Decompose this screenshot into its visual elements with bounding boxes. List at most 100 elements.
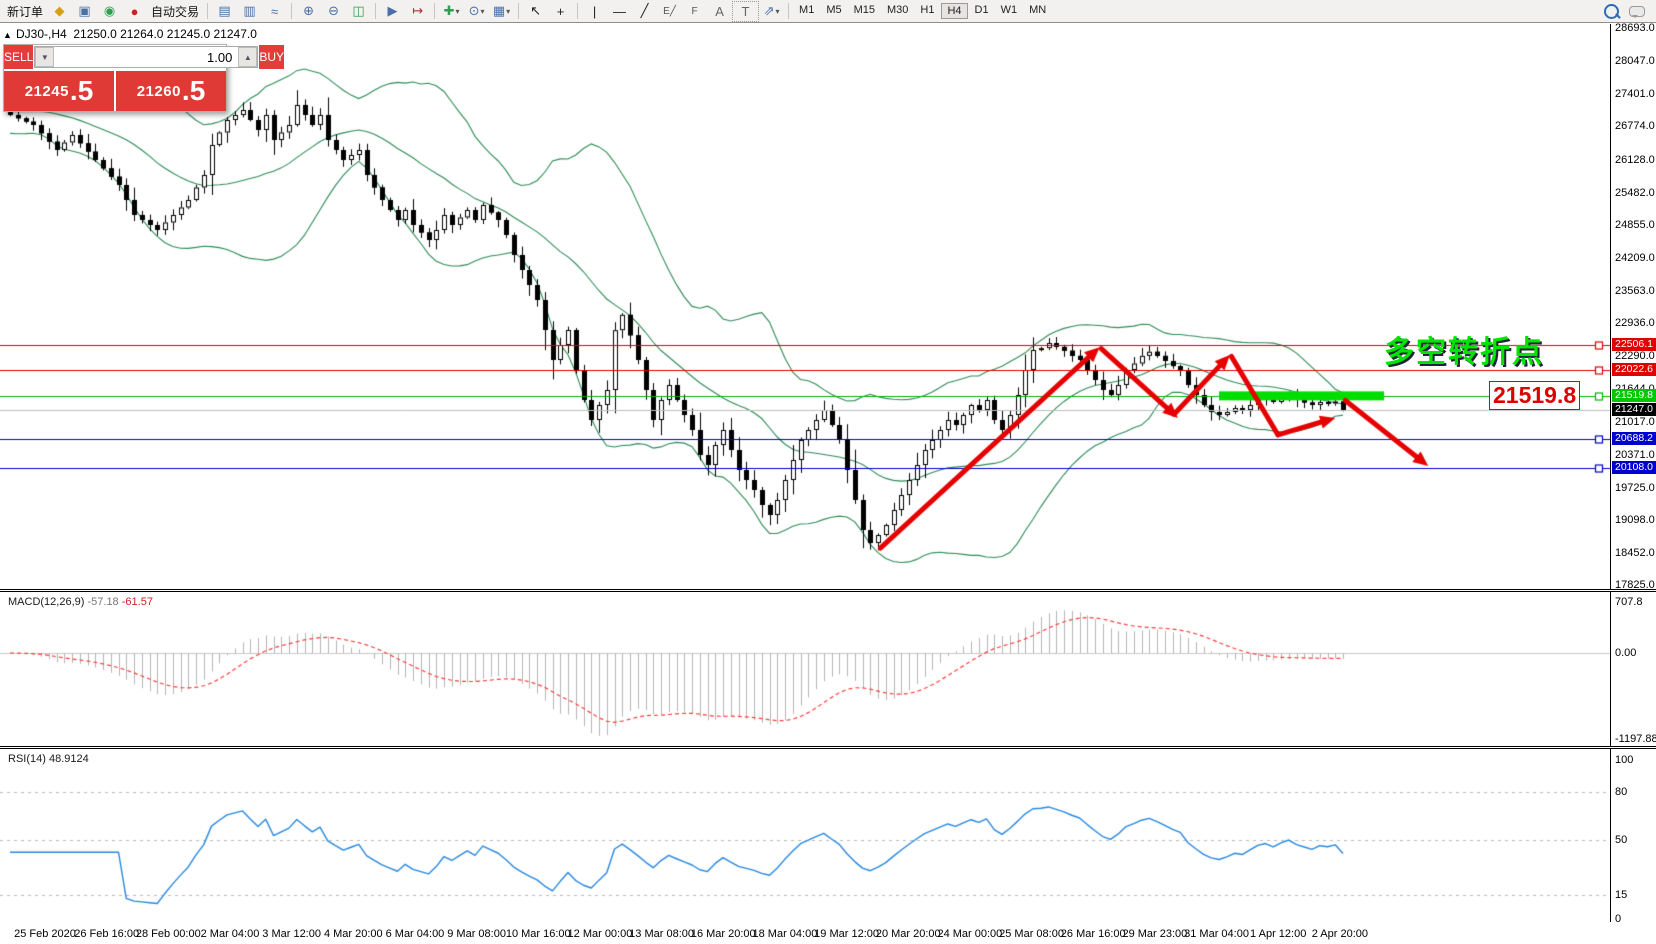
macd-label: MACD(12,26,9) -57.18 -61.57 [8,596,153,608]
vertical-line-icon[interactable]: | [582,2,607,21]
candlestick-chart-icon[interactable]: ▥ [237,2,262,21]
price-tick: 27401.0 [1615,88,1655,100]
timeframe-h1[interactable]: H1 [915,3,939,19]
chevron-down-icon: ▾ [506,7,510,16]
macd-name: MACD(12,26,9) [8,596,84,608]
date-tick: 25 Mar 08:00 [999,928,1064,940]
date-tick: 6 Mar 04:00 [386,928,445,940]
volume-increase-button[interactable]: ▲ [238,47,257,67]
price-chart-canvas[interactable] [0,24,1610,589]
toolbar-separator [788,3,789,19]
sell-price-pips: .5 [70,79,93,103]
turning-point-annotation[interactable]: 多空转折点 [1384,327,1544,371]
date-tick: 13 Mar 08:00 [629,928,694,940]
signals-icon[interactable]: ◉ [97,2,122,21]
fibonacci-icon[interactable]: F [682,2,707,21]
line-chart-icon[interactable]: ≈ [262,2,287,21]
zoom-in-icon[interactable]: ⊕ [296,2,321,21]
timeframe-m15[interactable]: M15 [849,3,880,19]
timeframe-group: M1M5M15M30H1H4D1W1MN [793,3,1052,19]
date-tick: 28 Feb 00:00 [136,928,201,940]
support-price-label[interactable]: 21519.8 [1489,381,1580,410]
sell-price-box[interactable]: 21245 .5 [4,71,114,111]
volume-decrease-button[interactable]: ▼ [35,47,54,67]
toolbar-separator [375,3,376,19]
buy-button[interactable]: BUY [259,45,284,69]
timeframe-h4[interactable]: H4 [941,3,967,19]
autotrading-button[interactable]: 自动交易 [147,2,203,21]
date-tick: 24 Mar 00:00 [937,928,1002,940]
price-tick: 26128.0 [1615,154,1655,166]
macd-pane-canvas[interactable] [0,593,1610,746]
price-tick: 22936.0 [1615,317,1655,329]
market-watch-icon[interactable]: ▣ [72,2,97,21]
new-order-button[interactable]: 新订单 [3,2,47,21]
pane-separator[interactable] [0,589,1656,592]
text-label-icon[interactable]: T [732,1,759,22]
price-axis-badge: 21247.0 [1612,403,1656,416]
buy-price: 21260 [137,83,181,100]
chat-icon[interactable] [1629,6,1645,17]
funnel-icon[interactable]: ◆ [47,2,72,21]
timeframe-m1[interactable]: M1 [794,3,819,19]
macd-main-value: -57.18 [87,596,118,608]
periods-icon[interactable]: ⊙▾ [464,2,489,21]
toolbar-separator [291,3,292,19]
collapse-panel-icon[interactable]: ▲ [3,30,12,40]
equidistant-channel-icon[interactable]: E╱ [657,2,682,21]
timeframe-d1[interactable]: D1 [970,3,994,19]
date-axis[interactable]: 25 Feb 202026 Feb 16:0028 Feb 00:002 Mar… [0,922,1656,944]
templates-icon[interactable]: ▦▾ [489,2,514,21]
chart-shift-icon[interactable]: ↦ [405,2,430,21]
buy-price-box[interactable]: 21260 .5 [116,71,226,111]
date-tick: 2 Apr 20:00 [1312,928,1368,940]
price-tick: 24855.0 [1615,219,1655,231]
plus-icon: ✚ [444,3,455,19]
autotrading-icon[interactable]: ● [122,2,147,21]
macd-signal-value: -61.57 [122,596,153,608]
sell-button[interactable]: SELL [4,45,33,69]
sell-price: 21245 [25,83,69,100]
timeframe-m30[interactable]: M30 [882,3,913,19]
search-icon[interactable] [1604,4,1619,19]
price-tick: 19098.0 [1615,514,1655,526]
price-tick: 21017.0 [1615,416,1655,428]
crosshair-icon[interactable]: + [548,2,573,21]
rsi-scale-tick: 50 [1615,834,1627,846]
price-tick: 20371.0 [1615,449,1655,461]
date-tick: 31 Mar 04:00 [1184,928,1249,940]
macd-scale-tick: 0.00 [1615,647,1636,659]
date-tick: 4 Mar 20:00 [324,928,383,940]
trendline-icon[interactable]: ╱ [632,2,657,21]
price-axis-badge: 20108.0 [1612,461,1656,474]
bar-chart-icon[interactable]: ▤ [212,2,237,21]
rsi-scale-tick: 80 [1615,786,1627,798]
zoom-out-icon[interactable]: ⊖ [321,2,346,21]
indicators-icon[interactable]: ✚▾ [439,2,464,21]
timeframe-m5[interactable]: M5 [821,3,846,19]
arrows-icon[interactable]: ⇗▾ [759,2,784,21]
auto-scroll-icon[interactable]: ▶ [380,2,405,21]
price-tick: 22290.0 [1615,350,1655,362]
tile-windows-icon[interactable]: ◫ [346,2,371,21]
toolbar: 新订单 ◆ ▣ ◉ ● 自动交易 ▤ ▥ ≈ ⊕ ⊖ ◫ ▶ ↦ ✚▾ ⊙▾ ▦… [0,0,1656,23]
timeframe-mn[interactable]: MN [1024,3,1051,19]
macd-scale-tick: 707.8 [1615,596,1643,608]
rsi-pane-canvas[interactable] [0,750,1610,922]
rsi-scale-tick: 100 [1615,754,1633,766]
volume-input[interactable] [54,47,238,67]
ohlc-values: 21250.0 21264.0 21245.0 21247.0 [73,27,257,41]
pane-separator[interactable] [0,746,1656,749]
timeframe-w1[interactable]: W1 [996,3,1023,19]
price-axis-line [1610,24,1611,922]
chart-title: DJ30-,H4 21250.0 21264.0 21245.0 21247.0 [16,27,257,41]
date-tick: 10 Mar 16:00 [506,928,571,940]
price-axis-badge: 22506.1 [1612,338,1656,351]
date-tick: 26 Feb 16:00 [74,928,139,940]
buy-price-pips: .5 [182,79,205,103]
text-icon[interactable]: A [707,2,732,21]
horizontal-line-icon[interactable]: — [607,2,632,21]
cursor-icon[interactable]: ↖ [523,2,548,21]
date-tick: 2 Mar 04:00 [201,928,260,940]
toolbar-right [1604,4,1653,19]
